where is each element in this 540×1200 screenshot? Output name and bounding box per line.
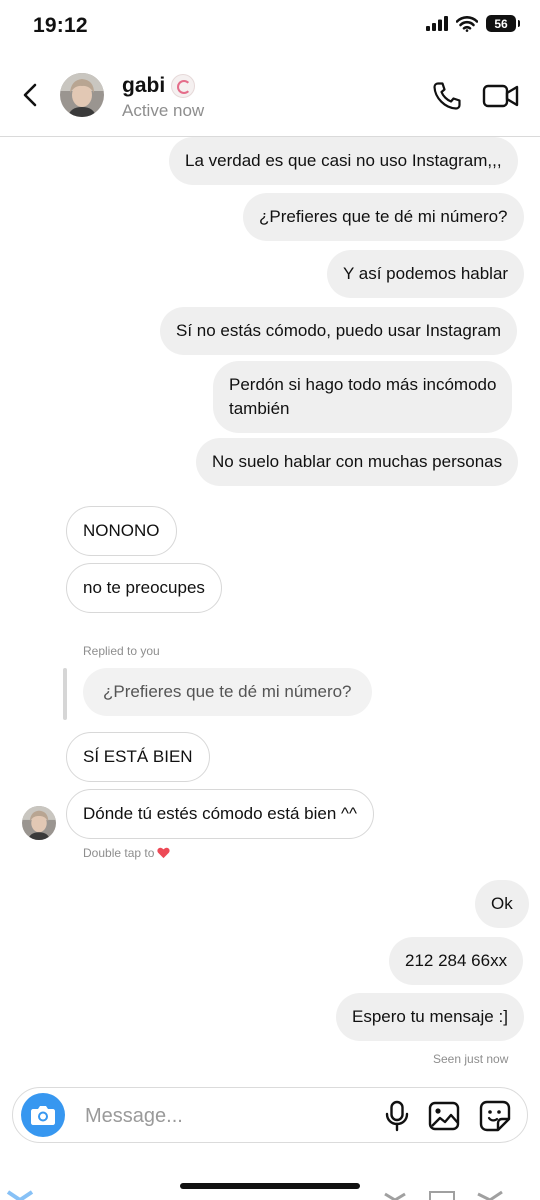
message-bubble-outgoing[interactable]: Y así podemos hablar	[327, 250, 525, 298]
message-text: Dónde tú estés cómodo está bien ^^	[83, 804, 357, 823]
phone-icon[interactable]	[431, 80, 463, 112]
message-bubble-outgoing[interactable]: Espero tu mensaje :]	[336, 993, 524, 1041]
message-bubble-incoming[interactable]: SÍ ESTÁ BIEN	[66, 732, 210, 782]
message-text: Y así podemos hablar	[343, 264, 509, 283]
battery-indicator: 56	[486, 15, 520, 32]
replied-label: Replied to you	[83, 644, 160, 658]
sender-avatar[interactable]	[22, 806, 56, 840]
fishcake-emoji-icon	[171, 74, 196, 98]
signal-icon	[426, 16, 448, 31]
message-bubble-outgoing[interactable]: 212 284 66xx	[389, 937, 524, 985]
contact-status: Active now	[122, 101, 205, 120]
message-bubble-outgoing[interactable]: La verdad es que casi no uso Instagram,,…	[169, 137, 518, 185]
gallery-icon[interactable]	[428, 1100, 460, 1132]
message-bubble-incoming[interactable]: no te preocupes	[66, 563, 222, 613]
message-text: Ok	[491, 894, 513, 913]
message-bubble-incoming[interactable]: NONONO	[66, 506, 177, 556]
message-bubble-outgoing[interactable]: No suelo hablar con muchas personas	[196, 438, 519, 486]
heart-icon	[157, 847, 170, 859]
avatar[interactable]	[60, 73, 104, 117]
home-indicator	[180, 1183, 360, 1189]
wifi-icon	[456, 15, 478, 32]
video-icon[interactable]	[482, 82, 520, 110]
back-icon[interactable]	[16, 80, 46, 110]
message-text-line: Perdón si hago todo más incómodo	[229, 375, 497, 394]
camera-icon	[31, 1106, 55, 1125]
message-text: No suelo hablar con muchas personas	[212, 452, 503, 471]
message-text: 212 284 66xx	[405, 951, 508, 970]
message-text: SÍ ESTÁ BIEN	[83, 747, 193, 766]
quoted-text: ¿Prefieres que te dé mi número?	[103, 682, 352, 701]
message-bubble-outgoing[interactable]: Sí no estás cómodo, puedo usar Instagram	[160, 307, 518, 355]
message-bubble-outgoing[interactable]: Ok	[475, 880, 529, 928]
message-composer	[12, 1087, 528, 1143]
message-text: Sí no estás cómodo, puedo usar Instagram	[176, 321, 502, 340]
message-text-line: también	[229, 399, 290, 418]
message-text: ¿Prefieres que te dé mi número?	[259, 207, 508, 226]
status-time: 19:12	[33, 14, 88, 37]
message-text: La verdad es que casi no uso Instagram,,…	[185, 151, 502, 170]
seen-receipt: Seen just now	[433, 1052, 509, 1066]
reply-bar	[63, 668, 67, 720]
contact-name[interactable]: gabi	[122, 74, 196, 98]
mic-icon[interactable]	[383, 1100, 411, 1132]
status-icons: 56	[426, 15, 520, 32]
status-bar: 19:12 56	[0, 0, 540, 54]
message-text: Espero tu mensaje :]	[352, 1007, 508, 1026]
message-bubble-incoming[interactable]: Dónde tú estés cómodo está bien ^^	[66, 789, 374, 839]
chat-header: gabi Active now	[0, 60, 540, 137]
double-tap-hint: Double tap to	[83, 846, 170, 860]
camera-button[interactable]	[21, 1093, 65, 1137]
message-input[interactable]	[83, 1096, 367, 1136]
sticker-icon[interactable]	[479, 1100, 511, 1132]
message-bubble-outgoing[interactable]: Perdón si hago todo más incómodo también	[213, 361, 513, 433]
contact-name-text: gabi	[122, 74, 166, 97]
message-text: no te preocupes	[83, 578, 205, 597]
quoted-message[interactable]: ¿Prefieres que te dé mi número?	[83, 668, 372, 716]
message-text: NONONO	[83, 521, 160, 540]
double-tap-text: Double tap to	[83, 846, 155, 860]
message-bubble-outgoing[interactable]: ¿Prefieres que te dé mi número?	[243, 193, 524, 241]
